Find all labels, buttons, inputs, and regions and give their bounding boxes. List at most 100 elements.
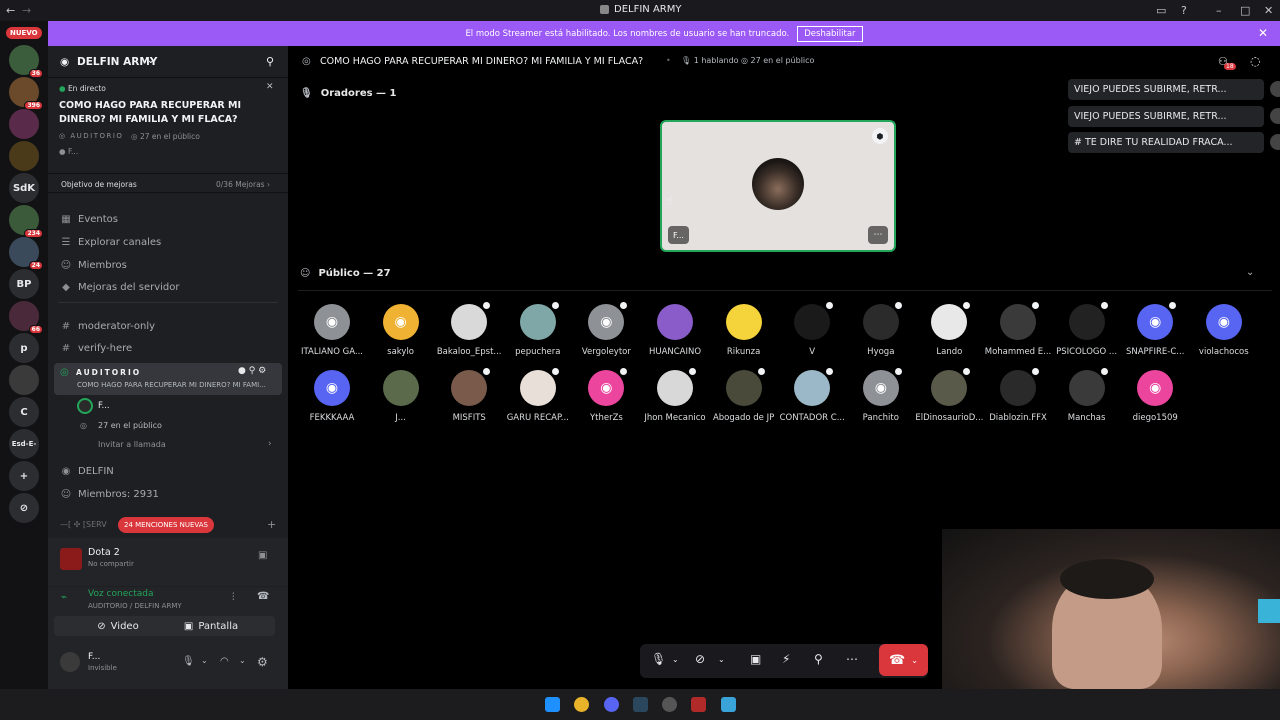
partial-category[interactable]: —[ ✣ [SERV xyxy=(60,520,107,529)
chat-message[interactable]: VIEJO PUEDES SUBIRME, RETR... xyxy=(1068,106,1280,127)
dota-icon[interactable] xyxy=(691,697,706,712)
audience-member[interactable]: Rikunza xyxy=(710,304,778,357)
audience-member[interactable]: Abogado de JP xyxy=(710,366,778,423)
server-icon[interactable]: SdK xyxy=(9,173,39,203)
audience-member[interactable]: V xyxy=(778,300,846,357)
menu-browse-channels[interactable]: ☰ Explorar canales xyxy=(60,237,162,248)
leave-stage-button[interactable]: ☎ ⌄ xyxy=(879,644,928,676)
chat-message[interactable]: # TE DIRE TU REALIDAD FRACA... xyxy=(1068,132,1280,153)
server-icon[interactable]: Esd-E- xyxy=(9,429,39,459)
server-icon[interactable]: 36 xyxy=(9,45,43,78)
channel-verify-here[interactable]: # verify-here xyxy=(60,343,132,354)
stage-speaker-name[interactable]: F... xyxy=(98,401,110,411)
help-icon[interactable]: ? xyxy=(1181,4,1187,17)
start-windows-icon[interactable] xyxy=(545,697,560,712)
chat-message[interactable]: VIEJO PUEDES SUBIRME, RETR... xyxy=(1068,79,1280,100)
noise-suppression-icon[interactable]: ⫶ xyxy=(232,592,235,603)
mic-chevron-icon[interactable]: ⌄ xyxy=(672,655,679,664)
audience-member[interactable]: Manchas xyxy=(1053,366,1121,423)
category-delfin[interactable]: ◉ DELFIN xyxy=(60,466,114,477)
disconnect-icon[interactable]: ☎ xyxy=(257,591,269,602)
audience-member[interactable]: ElDinosaurioD... xyxy=(915,366,983,423)
boost-goal[interactable]: Objetivo de mejoras 0/36 Mejoras › xyxy=(48,173,288,193)
server-icon[interactable]: 24 xyxy=(9,237,43,270)
stage-channel-auditorio[interactable]: ◎ AUDITORIO ● ⚲ ⚙ COMO HAGO PARA RECUPER… xyxy=(54,363,282,395)
audience-member[interactable]: Diablozin.FFX xyxy=(984,366,1052,423)
share-screen-icon[interactable]: ▣ xyxy=(258,550,267,561)
minimize-icon[interactable]: – xyxy=(1216,4,1222,17)
audience-member[interactable]: Lando xyxy=(915,300,983,357)
server-icon[interactable] xyxy=(9,365,39,395)
audience-member[interactable]: ◉ Vergoleytor xyxy=(572,300,640,357)
activities-icon[interactable]: ⚡ xyxy=(782,652,790,666)
invite-to-call[interactable]: Invitar a llamada xyxy=(98,440,166,449)
server-header[interactable]: ◉ DELFIN ARMY ⌄ ⚲ xyxy=(48,46,288,78)
add-channel-icon[interactable]: + xyxy=(267,518,276,531)
steam-icon[interactable] xyxy=(633,697,648,712)
camera-off-icon[interactable]: ⊘ xyxy=(695,652,705,666)
screen-share-button[interactable]: ▣ Pantalla xyxy=(147,616,275,636)
server-icon[interactable]: p xyxy=(9,333,39,363)
invite-icon[interactable]: ⚲ xyxy=(814,652,823,666)
mic-chevron-icon[interactable]: ⌄ xyxy=(201,656,208,665)
collapse-chevron-icon[interactable]: ⌄ xyxy=(1246,267,1254,278)
audience-member[interactable]: ◉ diego1509 xyxy=(1121,370,1189,423)
server-icon[interactable]: + xyxy=(9,461,39,491)
audience-member[interactable]: Mohammed E... xyxy=(984,300,1052,357)
audience-member[interactable]: ◉ YtherZs xyxy=(572,366,640,423)
chrome-icon[interactable] xyxy=(574,697,589,712)
speaker-tile[interactable]: ⬢ F... ⋯ xyxy=(660,120,896,252)
microphone-icon[interactable]: 🎙 xyxy=(651,652,666,666)
new-mentions-pill[interactable]: 24 MENCIONES NUEVAS xyxy=(118,517,214,533)
back-arrow-icon[interactable]: ← xyxy=(6,4,15,17)
add-person-icon[interactable]: ⚲ xyxy=(266,55,274,68)
audience-member[interactable]: ◉ Panchito xyxy=(847,366,915,423)
voice-location[interactable]: AUDITORIO / DELFIN ARMY xyxy=(88,602,182,610)
audience-member[interactable]: pepuchera xyxy=(504,300,572,357)
audience-member[interactable]: GARU RECAP... xyxy=(504,366,572,423)
forward-arrow-icon[interactable]: → xyxy=(22,4,31,17)
server-icon[interactable]: C xyxy=(9,397,39,427)
audience-member[interactable]: ◉ SNAPFIRE-C... xyxy=(1121,300,1189,357)
close-card-icon[interactable]: ✕ xyxy=(266,82,274,92)
menu-members[interactable]: ☺ Miembros xyxy=(60,260,127,271)
audience-member[interactable]: MISFITS xyxy=(435,366,503,423)
obs-icon[interactable] xyxy=(662,697,677,712)
notepad-icon[interactable] xyxy=(721,697,736,712)
inbox-icon[interactable]: ▭ xyxy=(1156,4,1166,17)
server-icon[interactable]: 396 xyxy=(9,77,43,110)
audience-member[interactable]: PSICOLOGO ... xyxy=(1053,300,1121,357)
voice-status[interactable]: Voz conectada xyxy=(88,589,153,599)
more-icon[interactable]: ⋯ xyxy=(846,652,858,666)
channel-moderator-only[interactable]: # moderator-only xyxy=(60,321,155,332)
menu-events[interactable]: ▦ Eventos xyxy=(60,214,118,225)
discord-taskbar-icon[interactable] xyxy=(604,697,619,712)
live-stage-card[interactable]: ● En directo ✕ COMO HAGO PARA RECUPERAR … xyxy=(48,80,288,170)
server-icon[interactable]: BP xyxy=(9,269,39,299)
audience-member[interactable]: J... xyxy=(367,370,435,423)
user-avatar[interactable] xyxy=(60,652,80,672)
headphones-chevron-icon[interactable]: ⌄ xyxy=(239,656,246,665)
server-icon[interactable] xyxy=(9,109,39,139)
audience-member[interactable]: ◉ FEKKKAAA xyxy=(298,370,366,423)
audience-member[interactable]: Bakaloo_Epst... xyxy=(435,300,503,357)
maximize-icon[interactable]: □ xyxy=(1240,4,1250,17)
microphone-icon[interactable]: 🎙 xyxy=(182,656,195,667)
audience-member[interactable]: ◉ violachocos xyxy=(1190,304,1258,357)
menu-server-boosts[interactable]: ◆ Mejoras del servidor xyxy=(60,282,179,293)
audience-member[interactable]: ◉ sakylo xyxy=(367,304,435,357)
camera-chevron-icon[interactable]: ⌄ xyxy=(718,655,725,664)
disable-streamer-button[interactable]: Deshabilitar xyxy=(797,25,863,42)
audience-member[interactable]: CONTADOR C... xyxy=(778,366,846,423)
audience-member[interactable]: HUANCAINO xyxy=(641,304,709,357)
screen-share-icon[interactable]: ▣ xyxy=(750,652,761,666)
server-icon[interactable]: 234 xyxy=(9,205,43,238)
audience-member[interactable]: ◉ ITALIANO GA... xyxy=(298,304,366,357)
audience-member[interactable]: Jhon Mecanico xyxy=(641,366,709,423)
server-icon[interactable]: 66 xyxy=(9,301,43,334)
headphones-icon[interactable]: ◠ xyxy=(220,656,229,667)
chat-icon[interactable]: ◌ xyxy=(1250,54,1260,68)
audience-member[interactable]: Hyoga xyxy=(847,300,915,357)
server-icon[interactable]: ⊘ xyxy=(9,493,39,523)
stage-actions-icon[interactable]: ● ⚲ ⚙ xyxy=(238,366,266,376)
